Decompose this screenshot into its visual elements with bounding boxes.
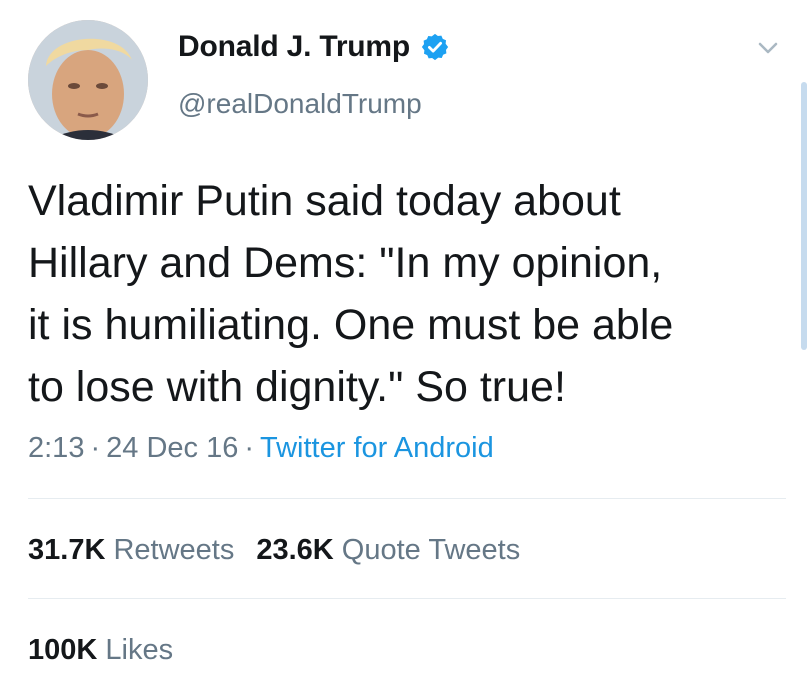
tweet-card: Donald J. Trump @realDonaldTrump Vladimi… [0,0,810,680]
retweets-stat[interactable]: 31.7K Retweets [28,534,234,566]
tweet-meta: 2:13 · 24 Dec 16 · Twitter for Android [28,432,494,465]
likes-stat[interactable]: 100K Likes [28,634,173,667]
meta-separator: · [244,432,254,464]
quote-tweets-stat[interactable]: 23.6K Quote Tweets [256,534,520,566]
author-name-row[interactable]: Donald J. Trump [178,30,450,64]
divider [28,598,786,599]
quote-tweets-count: 23.6K [256,534,334,566]
author-handle[interactable]: @realDonaldTrump [178,88,422,120]
retweets-label: Retweets [113,534,235,566]
chevron-down-icon[interactable] [756,36,780,60]
tweet-source-link[interactable]: Twitter for Android [260,432,494,464]
likes-label: Likes [105,634,174,666]
divider [28,498,786,499]
tweet-time: 2:13 [28,432,85,464]
engagement-stats: 31.7K Retweets 23.6K Quote Tweets [28,534,542,567]
scrollbar[interactable] [801,82,807,350]
quote-tweets-label: Quote Tweets [341,534,521,566]
tweet-text: Vladimir Putin said today about Hillary … [28,177,674,411]
tweet-date: 24 Dec 16 [106,432,239,464]
avatar[interactable] [28,20,148,140]
retweets-count: 31.7K [28,534,106,566]
meta-separator: · [90,432,101,464]
display-name[interactable]: Donald J. Trump [178,30,410,64]
likes-count: 100K [28,634,98,666]
verified-badge-icon [421,33,449,61]
avatar-portrait-icon [28,20,148,140]
